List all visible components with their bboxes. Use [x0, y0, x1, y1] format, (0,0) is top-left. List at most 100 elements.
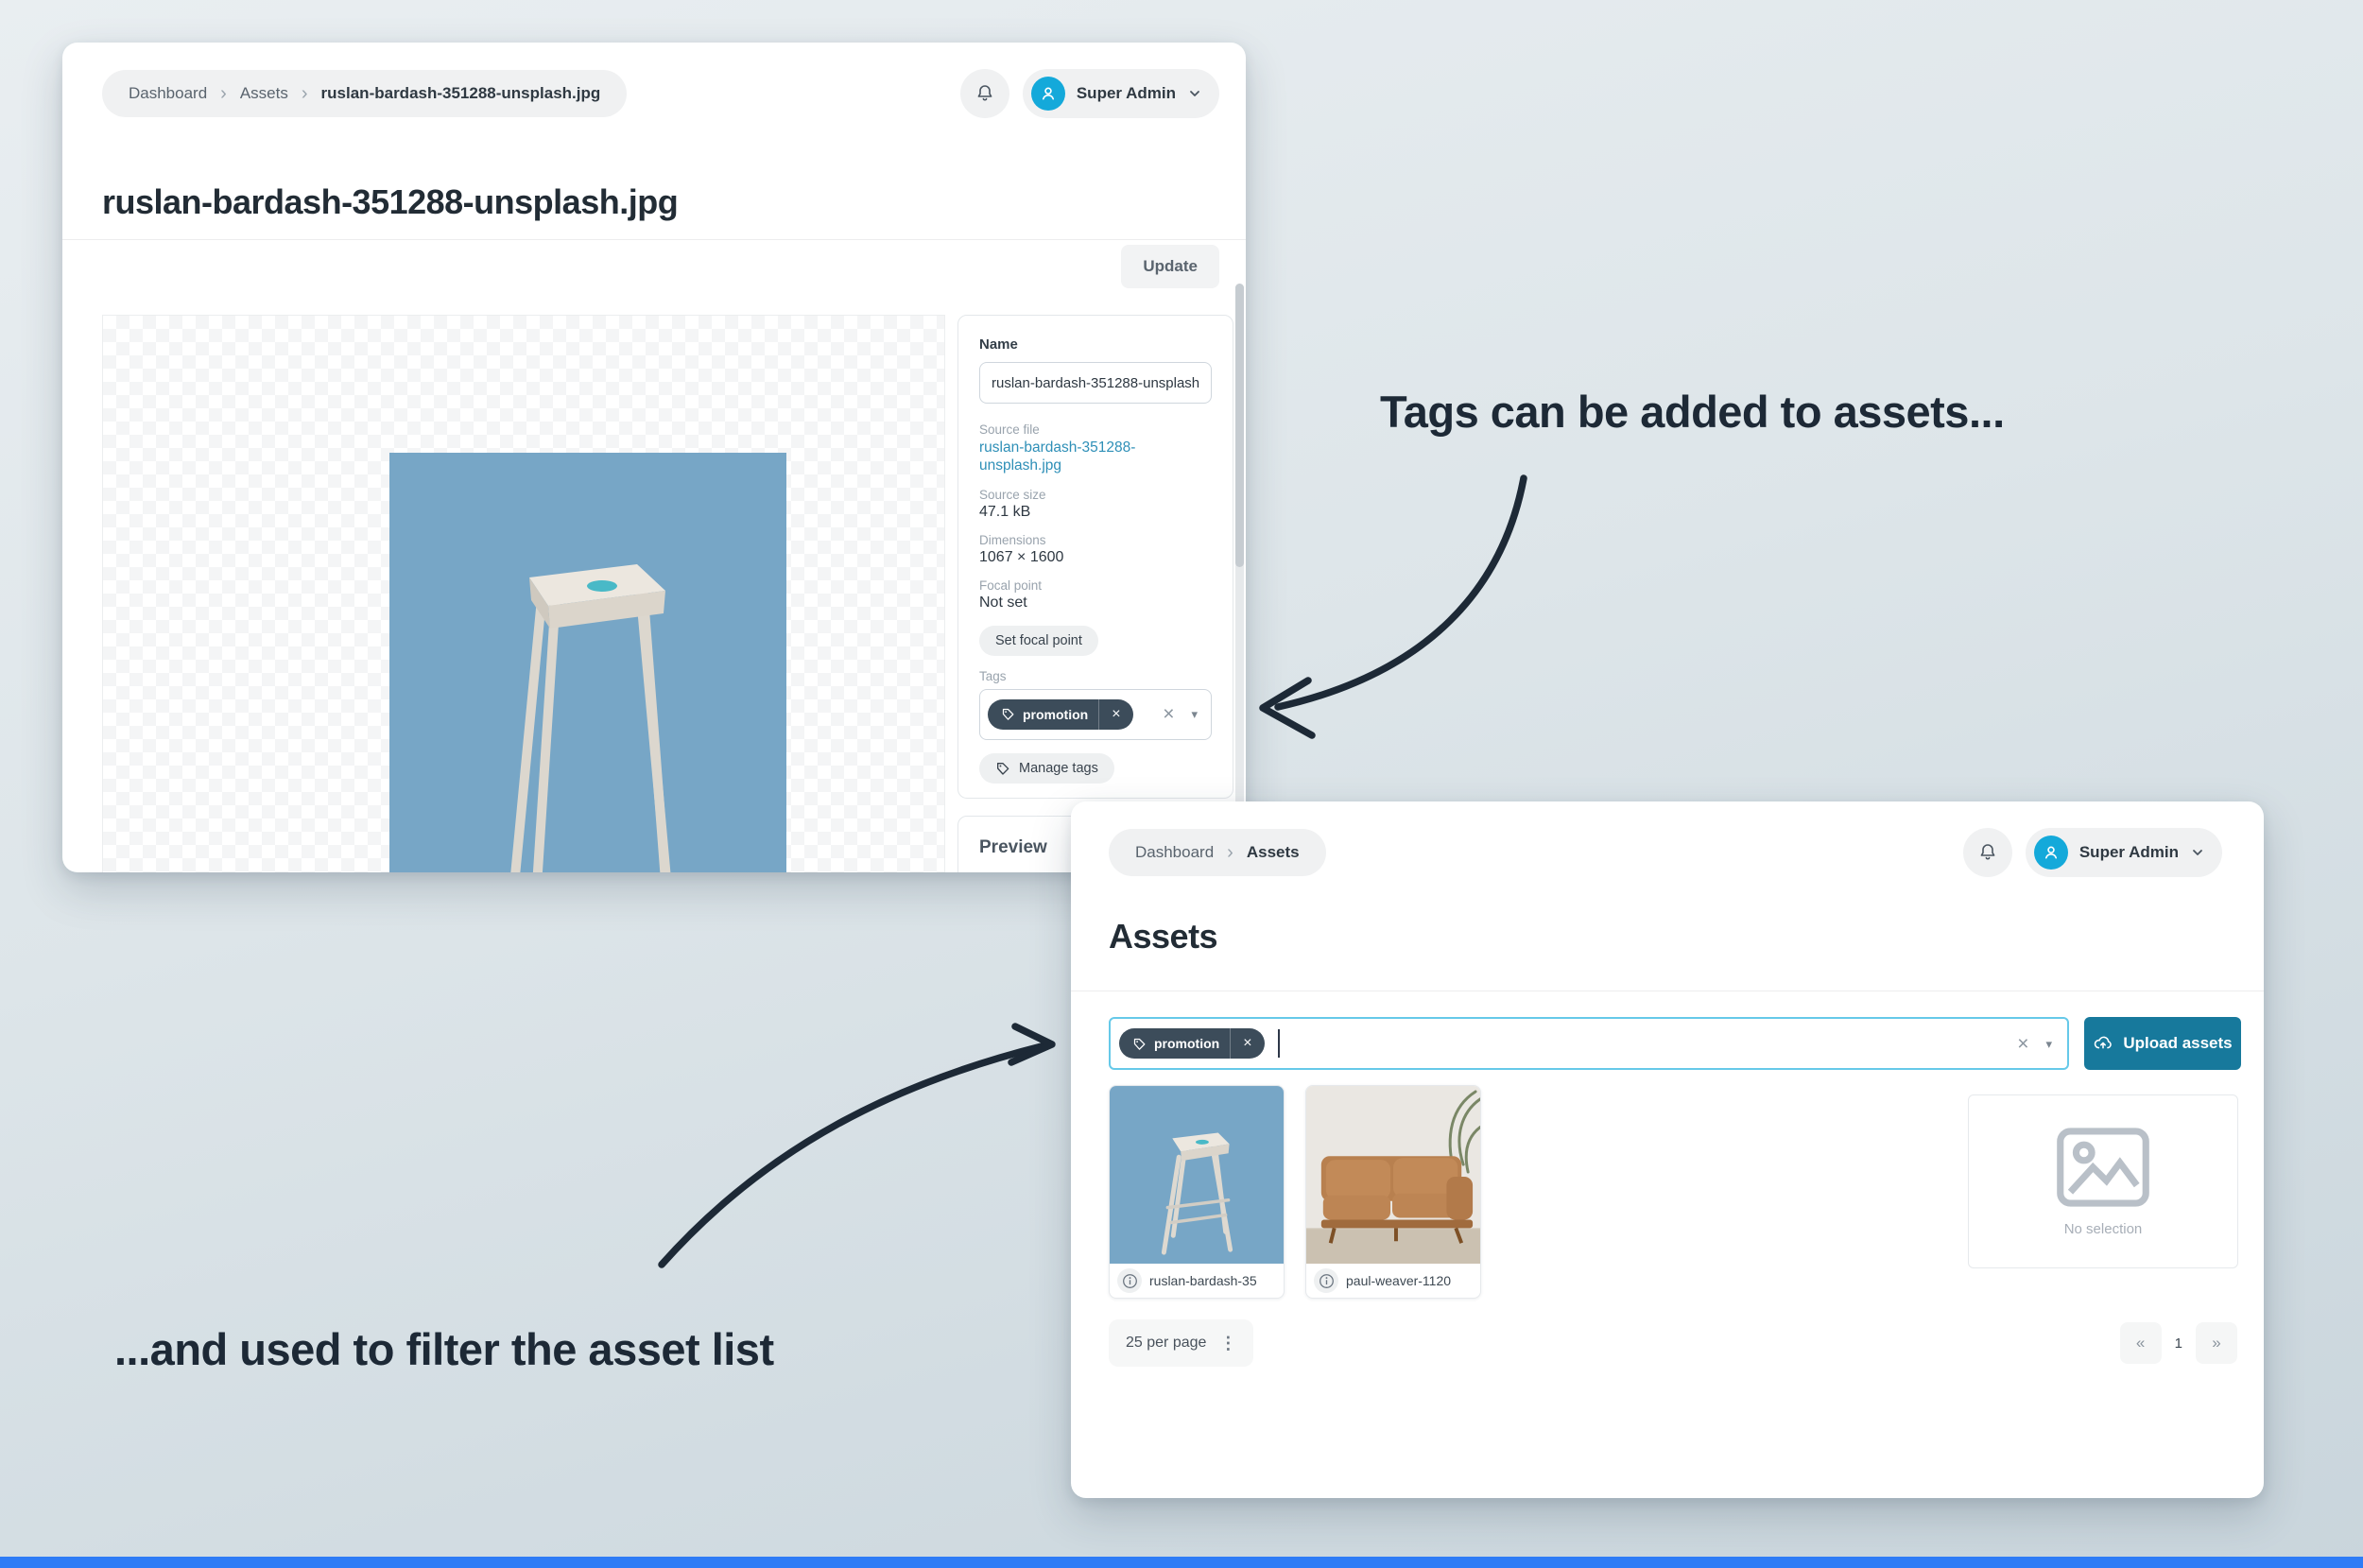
clear-filter-icon[interactable]: ×: [2017, 1034, 2028, 1054]
asset-caption: ruslan-bardash-35: [1110, 1264, 1284, 1298]
chevron-down-icon: [1187, 86, 1202, 101]
dropdown-caret-icon[interactable]: ▾: [1191, 708, 1198, 720]
tag-icon: [1002, 709, 1014, 720]
scrollbar-thumb[interactable]: [1235, 284, 1244, 567]
upload-assets-label: Upload assets: [2123, 1034, 2233, 1052]
arrow-to-tags-field-head: [1259, 677, 1316, 739]
focal-point-value: Not set: [979, 594, 1027, 611]
person-icon: [1042, 87, 1054, 100]
breadcrumb: Dashboard › Assets: [1109, 829, 1326, 876]
asset-name: ruslan-bardash-35: [1149, 1273, 1257, 1288]
user-name: Super Admin: [2078, 843, 2179, 861]
asset-name: paul-weaver-1120: [1346, 1273, 1452, 1288]
list-header: Dashboard › Assets Super Admin: [1109, 828, 2222, 877]
dimensions-label: Dimensions: [979, 532, 1046, 547]
clear-tags-icon[interactable]: ×: [1163, 704, 1174, 724]
no-selection-label: No selection: [2063, 1220, 2143, 1237]
info-icon[interactable]: [1314, 1268, 1338, 1293]
remove-tag-icon[interactable]: ×: [1230, 1028, 1264, 1059]
chevron-right-icon: ›: [301, 83, 308, 104]
breadcrumb-assets[interactable]: Assets: [240, 84, 288, 103]
tag-chip-promotion: promotion ×: [988, 698, 1133, 730]
tags-label: Tags: [979, 668, 1007, 683]
source-size-value: 47.1 kB: [979, 503, 1031, 520]
tag-filter-input[interactable]: promotion × × ▾: [1109, 1017, 2069, 1070]
divider: [62, 239, 1246, 240]
name-label: Name: [979, 336, 1018, 353]
upload-assets-button[interactable]: Upload assets: [2084, 1017, 2241, 1070]
header-actions: Super Admin: [959, 69, 1219, 118]
dropdown-caret-icon[interactable]: ▾: [2045, 1038, 2052, 1050]
bell-icon: [977, 85, 992, 101]
per-page-label: 25 per page: [1126, 1335, 1207, 1351]
page-title: Assets: [1109, 917, 1218, 956]
list-footer: 25 per page ⋮ « 1 »: [1109, 1319, 2237, 1367]
chevron-down-icon: [2190, 845, 2205, 860]
filter-row: promotion × × ▾ Upload assets: [1109, 1017, 2241, 1070]
annotation-filter-list: ...and used to filter the asset list: [114, 1324, 774, 1374]
update-button[interactable]: Update: [1121, 245, 1219, 288]
arrow-to-filter-input-head: [1008, 1023, 1056, 1066]
user-menu[interactable]: Super Admin: [2025, 828, 2222, 877]
tag-icon: [997, 762, 1009, 775]
per-page-button[interactable]: 25 per page ⋮: [1109, 1319, 1254, 1367]
avatar: [1030, 77, 1065, 111]
asset-thumbnail-couch: [1306, 1086, 1480, 1264]
chevron-right-icon: ›: [1227, 842, 1233, 863]
notifications-button[interactable]: [1962, 828, 2012, 877]
arrow-to-tags-field: [1274, 474, 1527, 711]
page-title: ruslan-bardash-351288-unsplash.jpg: [102, 182, 679, 221]
asset-caption: paul-weaver-1120: [1306, 1264, 1480, 1298]
source-file-label: Source file: [979, 422, 1040, 437]
header-actions: Super Admin: [1962, 828, 2222, 877]
breadcrumb-dashboard[interactable]: Dashboard: [129, 84, 207, 103]
person-icon: [2044, 846, 2057, 859]
asset-details-panel: Name Source file ruslan-bardash-351288-u…: [957, 315, 1233, 799]
asset-detail-window: Dashboard › Assets › ruslan-bardash-3512…: [62, 43, 1246, 872]
asset-card-couch[interactable]: paul-weaver-1120: [1305, 1085, 1481, 1299]
assets-list-window: Dashboard › Assets Super Admin Assets pr…: [1071, 801, 2264, 1498]
info-icon[interactable]: [1117, 1268, 1142, 1293]
arrow-to-filter-input: [658, 1042, 1045, 1268]
next-page-button[interactable]: »: [2196, 1322, 2237, 1364]
remove-tag-icon[interactable]: ×: [1098, 698, 1132, 730]
filter-tag-label: promotion: [1154, 1036, 1220, 1051]
asset-thumbnail-stool: [1110, 1086, 1284, 1264]
kebab-menu-icon[interactable]: ⋮: [1219, 1334, 1236, 1353]
prev-page-button[interactable]: «: [2119, 1322, 2162, 1364]
source-file-link[interactable]: ruslan-bardash-351288-unsplash.jpg: [979, 439, 1212, 475]
breadcrumb: Dashboard › Assets › ruslan-bardash-3512…: [102, 70, 628, 117]
source-size-label: Source size: [979, 487, 1046, 502]
tags-input[interactable]: promotion × × ▾: [979, 688, 1212, 740]
user-name: Super Admin: [1076, 84, 1176, 102]
annotation-tags-added: Tags can be added to assets...: [1380, 387, 2005, 437]
cloud-upload-icon: [2095, 1036, 2113, 1049]
breadcrumb-dashboard[interactable]: Dashboard: [1135, 843, 1214, 862]
asset-card-stool[interactable]: ruslan-bardash-35: [1109, 1085, 1285, 1299]
no-selection-panel: No selection: [1968, 1094, 2238, 1268]
bell-icon: [1980, 844, 1995, 860]
tag-icon: [1133, 1038, 1146, 1050]
dimensions-value: 1067 × 1600: [979, 548, 1064, 565]
breadcrumb-assets: Assets: [1246, 843, 1300, 861]
scrollbar[interactable]: [1235, 284, 1244, 862]
breadcrumb-current-file: ruslan-bardash-351288-unsplash.jpg: [320, 84, 601, 102]
asset-photo-stool: [389, 453, 786, 872]
current-page-number: 1: [2174, 1335, 2182, 1352]
manage-tags-label: Manage tags: [1019, 760, 1098, 776]
pagination: « 1 »: [2119, 1322, 2237, 1364]
avatar: [2033, 836, 2068, 870]
detail-header: Dashboard › Assets › ruslan-bardash-3512…: [102, 69, 1219, 118]
image-preview-area: [102, 315, 945, 872]
screenshot-canvas: Dashboard › Assets › ruslan-bardash-3512…: [0, 0, 2363, 1568]
video-progress-bar: [0, 1557, 2363, 1568]
set-focal-point-button[interactable]: Set focal point: [979, 625, 1098, 656]
tag-chip-label: promotion: [1023, 706, 1089, 722]
image-placeholder-icon: [2057, 1127, 2149, 1207]
text-cursor: [1277, 1029, 1280, 1058]
chevron-right-icon: ›: [220, 83, 227, 104]
manage-tags-button[interactable]: Manage tags: [979, 752, 1114, 784]
user-menu[interactable]: Super Admin: [1022, 69, 1219, 118]
notifications-button[interactable]: [959, 69, 1009, 118]
name-field[interactable]: [979, 362, 1212, 404]
